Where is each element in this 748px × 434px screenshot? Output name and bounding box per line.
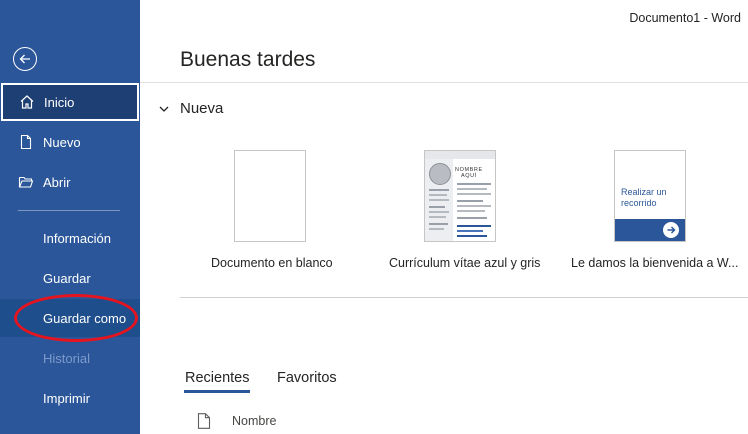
header-divider xyxy=(140,82,748,83)
cv-name-line2: AQUÍ xyxy=(460,173,477,179)
chevron-down-icon xyxy=(159,106,169,112)
window-title: Documento1 - Word xyxy=(629,11,741,25)
nav-abrir-label: Abrir xyxy=(43,174,71,190)
nav-inicio-label: Inicio xyxy=(44,94,75,110)
home-icon xyxy=(19,94,35,110)
nav-guardar-label: Guardar xyxy=(43,270,91,286)
back-arrow-icon xyxy=(19,54,30,64)
new-section-toggle[interactable]: Nueva xyxy=(158,100,223,117)
cv-top-band xyxy=(425,151,495,159)
new-section-title: Nueva xyxy=(180,100,224,117)
nav-informacion-label: Información xyxy=(43,230,111,246)
recent-list-header: Nombre xyxy=(197,413,276,429)
cv-name: NOMBRE AQUÍ xyxy=(455,167,483,179)
nav-historial: Historial xyxy=(0,339,140,377)
nav-imprimir[interactable]: Imprimir xyxy=(0,379,140,417)
template-cv[interactable]: NOMBRE AQUÍ xyxy=(424,150,496,242)
template-blank-document[interactable] xyxy=(234,150,306,242)
cv-thumbnail: NOMBRE AQUÍ xyxy=(424,150,496,242)
open-folder-icon xyxy=(18,174,34,190)
greeting-heading: Buenas tardes xyxy=(180,48,316,71)
template-cv-label: Currículum vítae azul y gris xyxy=(389,256,541,270)
template-welcome-label: Le damos la bienvenida a W... xyxy=(571,256,739,270)
template-blank-label: Documento en blanco xyxy=(211,256,333,270)
tour-thumb-text: Realizar un recorrido xyxy=(621,187,667,208)
template-welcome-tour[interactable]: Realizar un recorrido xyxy=(614,150,686,242)
nav-nuevo-label: Nuevo xyxy=(43,134,81,150)
sidebar-divider xyxy=(18,210,120,211)
backstage-sidebar: Inicio Nuevo Abrir Información Guardar G… xyxy=(0,0,140,434)
welcome-tour-thumbnail: Realizar un recorrido xyxy=(614,150,686,242)
nav-guardar-como-label: Guardar como xyxy=(43,310,127,326)
nav-inicio[interactable]: Inicio xyxy=(1,83,139,121)
document-icon xyxy=(197,413,211,429)
nav-guardar[interactable]: Guardar xyxy=(0,259,140,297)
tab-favoritos[interactable]: Favoritos xyxy=(277,370,337,386)
column-name-header[interactable]: Nombre xyxy=(232,414,276,428)
tab-recientes[interactable]: Recientes xyxy=(183,370,251,393)
new-document-icon xyxy=(18,134,34,150)
nav-imprimir-label: Imprimir xyxy=(43,390,90,406)
nav-abrir[interactable]: Abrir xyxy=(0,163,140,201)
arrow-right-icon xyxy=(663,222,679,238)
blank-document-thumbnail xyxy=(234,150,306,242)
nav-nuevo[interactable]: Nuevo xyxy=(0,123,140,161)
templates-divider xyxy=(180,297,748,298)
nav-guardar-como[interactable]: Guardar como xyxy=(0,299,140,337)
nav-informacion[interactable]: Información xyxy=(0,219,140,257)
back-button[interactable] xyxy=(13,47,37,71)
nav-historial-label: Historial xyxy=(43,350,90,366)
cv-photo-avatar xyxy=(429,163,451,185)
